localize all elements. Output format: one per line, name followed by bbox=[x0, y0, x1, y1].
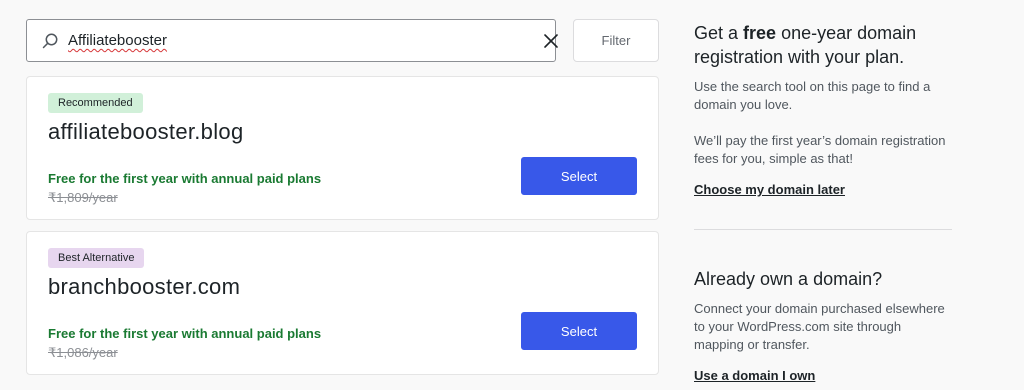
domain-name: affiliatebooster.blog bbox=[48, 119, 244, 144]
free-domain-heading: Get a free one-year domain registration … bbox=[694, 21, 952, 69]
best-alternative-badge: Best Alternative bbox=[48, 248, 145, 268]
close-icon[interactable] bbox=[542, 32, 560, 50]
own-domain-text: Connect your domain purchased elsewhere … bbox=[694, 301, 945, 352]
divider bbox=[694, 229, 952, 230]
heading-emphasis: free bbox=[743, 23, 777, 43]
choose-domain-later-link[interactable]: Choose my domain later bbox=[694, 182, 845, 197]
domain-result-card: Best Alternative branchbooster.com Free … bbox=[26, 231, 659, 375]
original-price: ₹1,809/year bbox=[48, 190, 118, 205]
domain-result-card: Recommended affiliatebooster.blog Free f… bbox=[26, 76, 659, 220]
select-domain-button[interactable]: Select bbox=[521, 157, 637, 195]
own-domain-info: Already own a domain? Connect your domai… bbox=[694, 267, 952, 385]
own-domain-heading: Already own a domain? bbox=[694, 269, 883, 289]
use-own-domain-link[interactable]: Use a domain I own bbox=[694, 368, 815, 383]
free-domain-info: Get a free one-year domain registration … bbox=[694, 21, 952, 199]
domain-name: branchbooster.com bbox=[48, 274, 241, 299]
free-domain-text: Use the search tool on this page to find… bbox=[694, 79, 931, 112]
domain-search-page: Affiliatebooster Filter Recommended affi… bbox=[0, 0, 1024, 390]
search-input[interactable]: Affiliatebooster bbox=[68, 32, 167, 49]
free-domain-text: We’ll pay the first year’s domain regist… bbox=[694, 133, 946, 166]
search-icon bbox=[42, 33, 58, 49]
select-domain-button[interactable]: Select bbox=[521, 312, 637, 350]
search-box[interactable]: Affiliatebooster bbox=[26, 19, 558, 62]
recommended-badge: Recommended bbox=[48, 93, 143, 113]
heading-text: Get a bbox=[694, 23, 744, 43]
filter-button[interactable]: Filter bbox=[573, 19, 659, 62]
original-price: ₹1,086/year bbox=[48, 345, 118, 360]
free-first-year-note: Free for the first year with annual paid… bbox=[48, 326, 322, 341]
free-first-year-note: Free for the first year with annual paid… bbox=[48, 171, 322, 186]
